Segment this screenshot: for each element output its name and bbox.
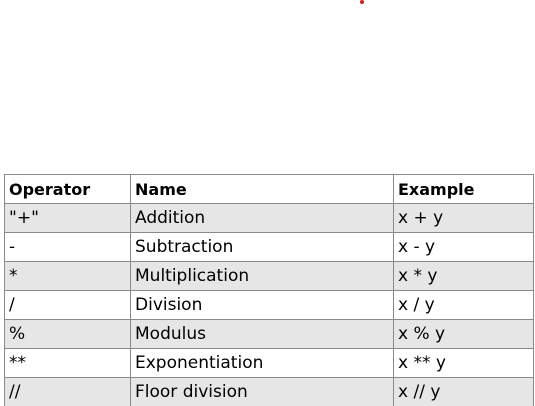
example-cell: x + y xyxy=(393,203,534,233)
header-example: Example xyxy=(393,174,534,204)
operator-cell: ** xyxy=(4,348,131,378)
operator-cell: "+" xyxy=(4,203,131,233)
example-cell: x - y xyxy=(393,232,534,262)
name-cell: Floor division xyxy=(130,377,394,406)
table-row: % Modulus x % y xyxy=(4,319,534,349)
example-cell: x ** y xyxy=(393,348,534,378)
table-row: - Subtraction x - y xyxy=(4,232,534,262)
name-cell: Modulus xyxy=(130,319,394,349)
name-cell: Subtraction xyxy=(130,232,394,262)
header-name: Name xyxy=(130,174,394,204)
table-row: // Floor division x // y xyxy=(4,377,534,406)
operator-cell: * xyxy=(4,261,131,291)
name-cell: Exponentiation xyxy=(130,348,394,378)
table-header-row: Operator Name Example xyxy=(4,174,534,204)
red-dot-mark xyxy=(360,0,364,4)
table-row: * Multiplication x * y xyxy=(4,261,534,291)
example-cell: x % y xyxy=(393,319,534,349)
name-cell: Division xyxy=(130,290,394,320)
table-row: "+" Addition x + y xyxy=(4,203,534,233)
operators-table: Operator Name Example "+" Addition x + y… xyxy=(4,174,534,406)
table-row: / Division x / y xyxy=(4,290,534,320)
operator-cell: - xyxy=(4,232,131,262)
example-cell: x // y xyxy=(393,377,534,406)
name-cell: Multiplication xyxy=(130,261,394,291)
operator-cell: // xyxy=(4,377,131,406)
operator-cell: / xyxy=(4,290,131,320)
operator-cell: % xyxy=(4,319,131,349)
table-row: ** Exponentiation x ** y xyxy=(4,348,534,378)
name-cell: Addition xyxy=(130,203,394,233)
header-operator: Operator xyxy=(4,174,131,204)
example-cell: x / y xyxy=(393,290,534,320)
example-cell: x * y xyxy=(393,261,534,291)
